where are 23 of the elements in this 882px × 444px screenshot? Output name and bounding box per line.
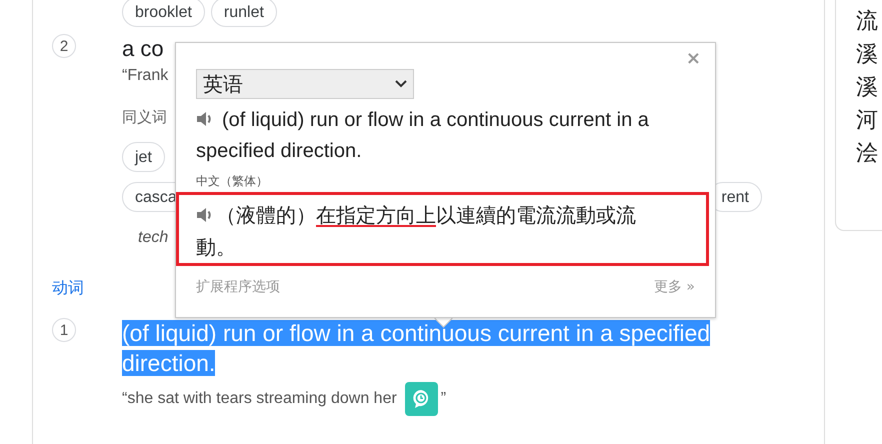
sense-number: 2 bbox=[52, 34, 76, 58]
example-text: ” bbox=[440, 389, 446, 409]
target-language-label: 中文（繁体） bbox=[196, 173, 269, 190]
language-select[interactable]: 英语 bbox=[196, 69, 414, 99]
synonym-chip[interactable]: brooklet bbox=[122, 0, 205, 27]
related-word[interactable]: 流 bbox=[856, 5, 882, 38]
related-word[interactable]: 溪 bbox=[856, 71, 882, 104]
related-word[interactable]: 溪 bbox=[856, 38, 882, 71]
sense-definition: (of liquid) run or flow in a continuous current in a specified direction. bbox=[122, 319, 712, 378]
synonyms-label: 同义词 bbox=[122, 107, 167, 128]
translated-text: （液體的）在指定方向上以連續的電流流動或流動。 bbox=[196, 202, 637, 261]
related-word[interactable]: 河 bbox=[856, 104, 882, 137]
usage-note: tech bbox=[138, 228, 168, 248]
synonym-chip[interactable]: runlet bbox=[210, 0, 277, 27]
part-of-speech: 动词 bbox=[52, 277, 84, 299]
example-text: “Frank bbox=[122, 66, 168, 86]
related-word[interactable]: 浍 bbox=[856, 137, 882, 170]
chevron-down-icon bbox=[395, 80, 407, 88]
example-text: “she sat with tears streaming down her bbox=[122, 389, 397, 409]
sense-definition: a co bbox=[122, 35, 164, 63]
synonym-chip[interactable]: jet bbox=[122, 142, 165, 172]
sense-number: 1 bbox=[52, 318, 76, 342]
source-text: (of liquid) run or flow in a continuous current in a specified direction. bbox=[196, 108, 650, 164]
